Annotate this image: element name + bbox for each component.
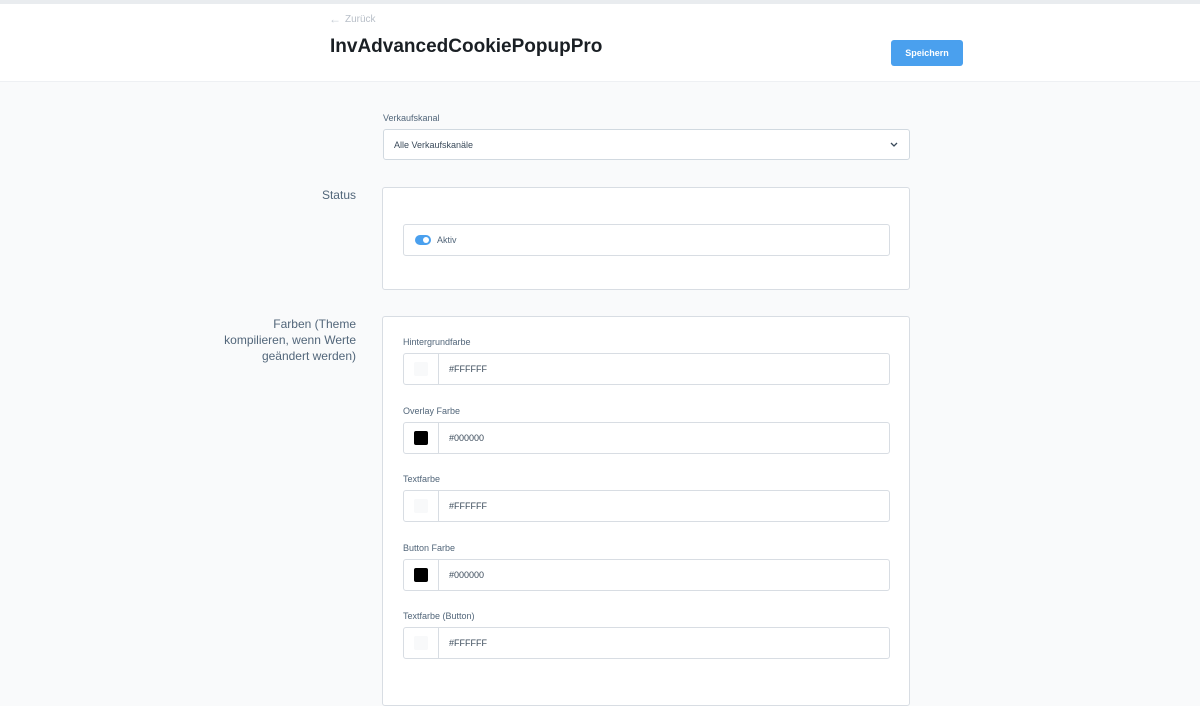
background-color-field (403, 353, 890, 385)
text-color-label: Textfarbe (403, 474, 441, 484)
background-color-swatch (414, 362, 428, 376)
colors-label-line2: kompilieren, wenn Werte (224, 333, 356, 347)
text-color-input[interactable] (439, 500, 851, 512)
back-label: Zurück (345, 13, 376, 25)
overlay-color-field (403, 422, 890, 454)
colors-label-line1: Farben (Theme (273, 317, 356, 331)
active-toggle-label: Aktiv (437, 235, 457, 245)
colors-label-line3: geändert werden) (261, 349, 356, 363)
button-color-swatch (414, 568, 428, 582)
button-color-label: Button Farbe (403, 543, 456, 553)
page-title: InvAdvancedCookiePopupPro (330, 36, 603, 57)
colors-section-label: Farben (Theme kompilieren, wenn Werte ge… (224, 316, 356, 364)
button-color-field (403, 559, 890, 591)
button-text-color-picker[interactable] (404, 628, 439, 658)
save-button[interactable]: Speichern (891, 40, 963, 66)
background-color-input[interactable] (439, 363, 851, 375)
top-bar: ← Zurück InvAdvancedCookiePopupPro Speic… (0, 0, 1200, 82)
background-color-label: Hintergrundfarbe (403, 337, 471, 347)
button-text-color-field (403, 627, 890, 659)
button-color-picker[interactable] (404, 560, 439, 590)
button-text-color-input[interactable] (439, 637, 851, 649)
status-toggle-row: Aktiv (403, 224, 890, 256)
colors-card: Hintergrundfarbe Overlay Farbe Textfarbe… (382, 316, 910, 706)
overlay-color-label: Overlay Farbe (403, 406, 461, 416)
status-card: Aktiv (382, 187, 910, 290)
sales-channel-value: Alle Verkaufskanäle (394, 139, 474, 150)
overlay-color-swatch (414, 431, 428, 445)
button-text-color-swatch (414, 636, 428, 650)
active-toggle[interactable] (415, 235, 431, 245)
text-color-field (403, 490, 890, 522)
status-section-label: Status (321, 188, 356, 202)
text-color-picker[interactable] (404, 491, 439, 521)
chevron-down-icon (889, 140, 899, 150)
sales-channel-select[interactable]: Alle Verkaufskanäle (383, 129, 910, 160)
button-color-input[interactable] (439, 569, 851, 581)
button-text-color-label: Textfarbe (Button) (403, 611, 475, 621)
back-link[interactable]: ← Zurück (329, 12, 376, 26)
text-color-swatch (414, 499, 428, 513)
overlay-color-picker[interactable] (404, 423, 439, 453)
sales-channel-label: Verkaufskanal (383, 113, 440, 123)
background-color-picker[interactable] (404, 354, 439, 384)
overlay-color-input[interactable] (439, 432, 851, 444)
arrow-left-icon: ← (329, 12, 341, 26)
